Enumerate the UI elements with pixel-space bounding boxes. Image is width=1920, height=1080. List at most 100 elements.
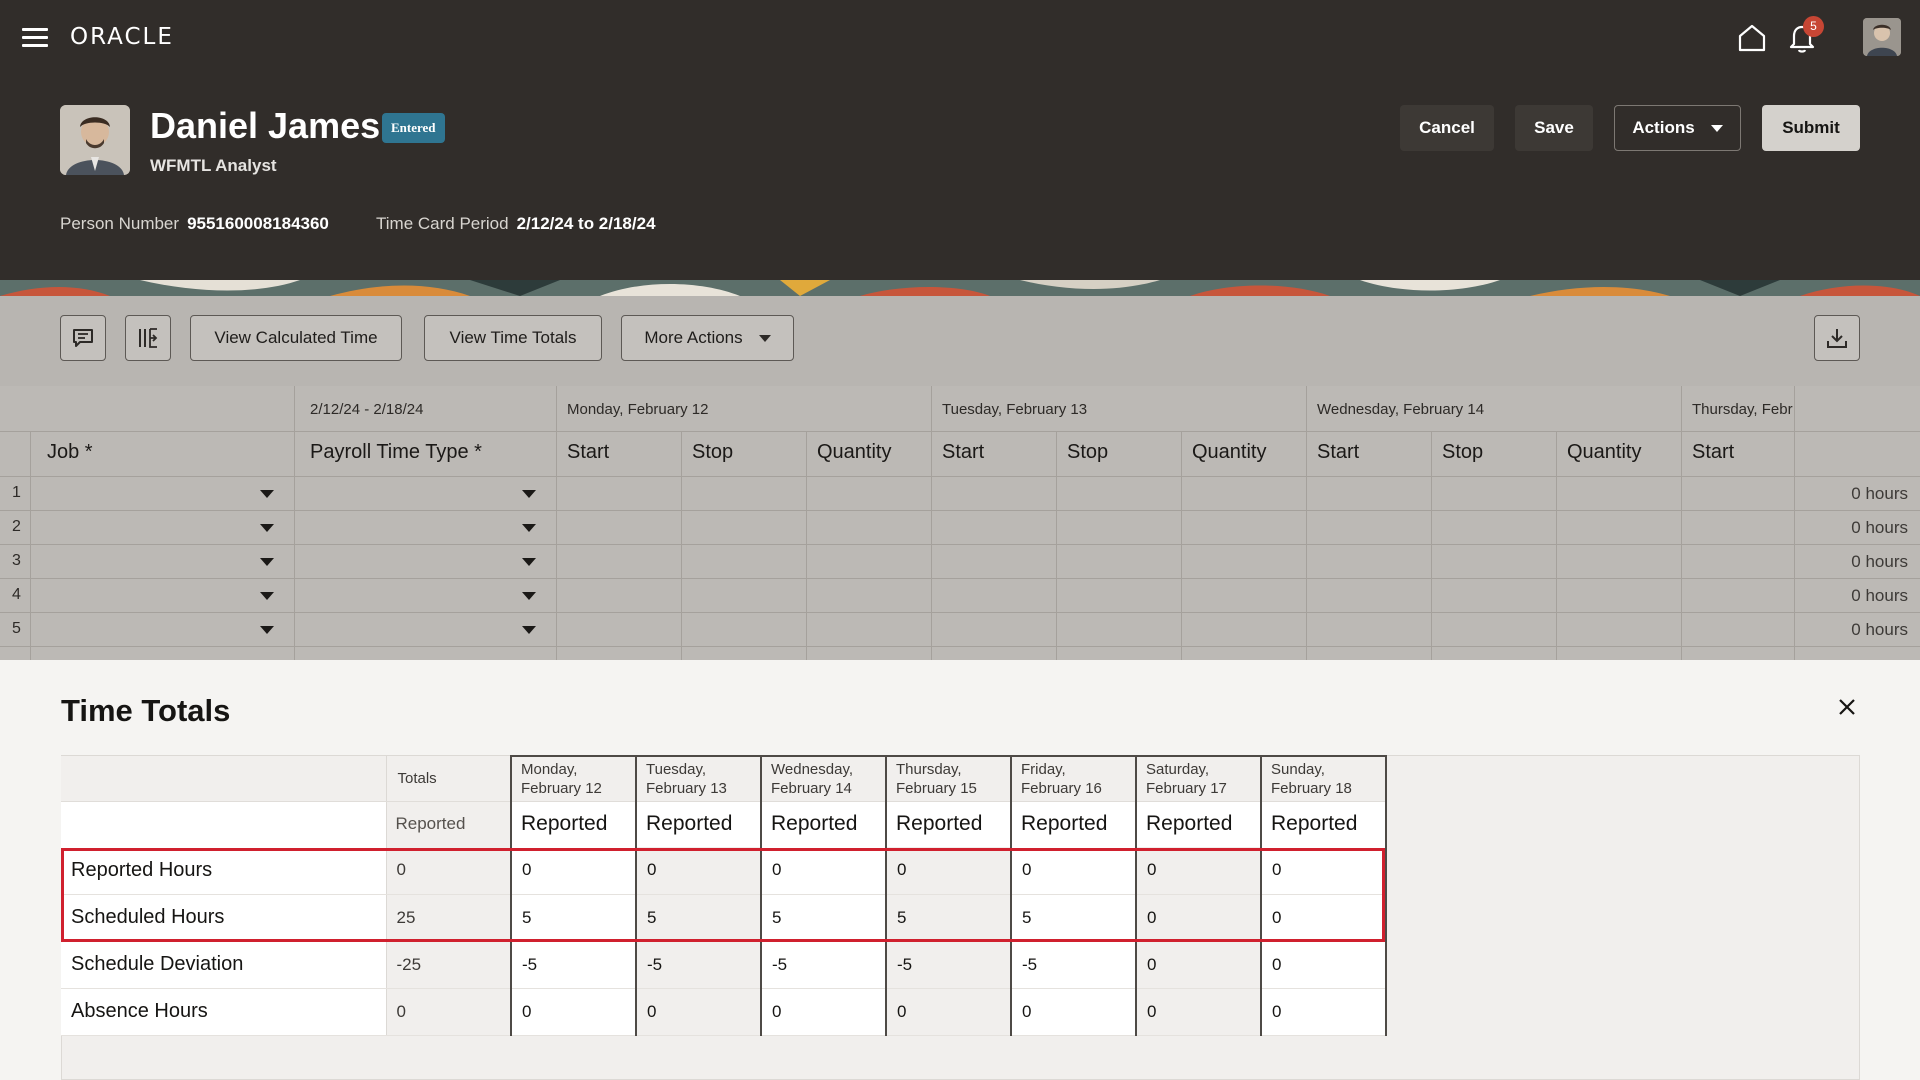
day-date: February 15 bbox=[896, 779, 977, 797]
person-number-label: Person Number bbox=[60, 214, 180, 233]
day-date: February 16 bbox=[1021, 779, 1102, 797]
day-value: 5 bbox=[1010, 894, 1136, 942]
day-value: 0 bbox=[1260, 988, 1387, 1036]
reported-subheader: Reported bbox=[760, 801, 886, 847]
job-column-header[interactable]: Job * bbox=[47, 441, 93, 464]
day-value: 0 bbox=[1260, 894, 1387, 942]
reported-subheader: Reported bbox=[510, 801, 636, 847]
close-icon[interactable] bbox=[1836, 696, 1858, 718]
row-number: 3 bbox=[12, 552, 21, 569]
view-calculated-time-button[interactable]: View Calculated Time bbox=[190, 315, 402, 361]
save-button[interactable]: Save bbox=[1515, 105, 1593, 151]
start-column-header: Start bbox=[1692, 441, 1735, 463]
reported-subheader: Reported bbox=[1010, 801, 1136, 847]
grid-date-range: 2/12/24 - 2/18/24 bbox=[310, 401, 424, 418]
day-value: 5 bbox=[885, 894, 1011, 942]
day-name: Thursday, bbox=[896, 760, 962, 778]
home-icon[interactable] bbox=[1737, 24, 1767, 52]
columns-button[interactable] bbox=[125, 315, 171, 361]
row-number: 4 bbox=[12, 586, 21, 603]
day-name: Tuesday, bbox=[646, 760, 707, 778]
notification-count-badge: 5 bbox=[1803, 16, 1824, 37]
day-name: Monday, bbox=[521, 760, 578, 778]
job-dropdown-icon[interactable] bbox=[260, 592, 274, 600]
reported-subheader: Reported bbox=[885, 801, 1011, 847]
comment-icon bbox=[73, 329, 93, 347]
day-date: February 17 bbox=[1146, 779, 1227, 797]
person-number-value: 955160008184360 bbox=[187, 214, 329, 233]
submit-button[interactable]: Submit bbox=[1762, 105, 1860, 151]
columns-icon bbox=[139, 328, 158, 348]
time-totals-table: Totals Monday, February 12 Tuesday, Februa… bbox=[61, 755, 1387, 1036]
day-value: 0 bbox=[1135, 941, 1261, 989]
day-name: Wednesday, bbox=[771, 760, 853, 778]
download-button[interactable] bbox=[1814, 315, 1860, 361]
day-value: -5 bbox=[635, 941, 761, 989]
day-value: 0 bbox=[635, 988, 761, 1036]
table-row: Scheduled Hours 25 5 5 5 5 5 0 0 bbox=[61, 894, 1387, 942]
row-total-hours: 0 hours bbox=[1851, 484, 1908, 503]
person-photo bbox=[60, 105, 130, 175]
more-actions-button[interactable]: More Actions bbox=[621, 315, 794, 361]
quantity-column-header: Quantity bbox=[1192, 441, 1267, 463]
table-row: Absence Hours 0 0 0 0 0 0 0 0 bbox=[61, 988, 1387, 1036]
payroll-time-type-column-header[interactable]: Payroll Time Type * bbox=[310, 441, 482, 464]
day-value: 5 bbox=[635, 894, 761, 942]
row-total-hours: 0 hours bbox=[1851, 518, 1908, 537]
view-time-totals-button[interactable]: View Time Totals bbox=[424, 315, 602, 361]
time-card-period: Time Card Period 2/12/24 to 2/18/24 bbox=[376, 214, 656, 234]
menu-icon[interactable] bbox=[22, 28, 48, 48]
day-value: -5 bbox=[760, 941, 886, 989]
reported-subheader: Reported bbox=[1135, 801, 1261, 847]
day-date: February 14 bbox=[771, 779, 852, 797]
row-number: 2 bbox=[12, 518, 21, 535]
day-date: February 13 bbox=[646, 779, 727, 797]
day-value: -5 bbox=[1010, 941, 1136, 989]
day-value: 0 bbox=[885, 988, 1011, 1036]
person-name: Daniel James bbox=[150, 105, 381, 146]
payroll-dropdown-icon[interactable] bbox=[522, 558, 536, 566]
person-number: Person Number 955160008184360 bbox=[60, 214, 329, 234]
actions-label: Actions bbox=[1632, 118, 1695, 137]
payroll-dropdown-icon[interactable] bbox=[522, 626, 536, 634]
row-label: Reported Hours bbox=[61, 847, 387, 895]
day-header: Thursday, February 15 bbox=[885, 755, 1011, 802]
job-dropdown-icon[interactable] bbox=[260, 490, 274, 498]
row-total: 25 bbox=[386, 894, 511, 942]
oracle-logo[interactable]: ORACLE bbox=[70, 24, 174, 50]
comments-button[interactable] bbox=[60, 315, 106, 361]
corner-cell bbox=[61, 801, 387, 847]
day-name: Friday, bbox=[1021, 760, 1066, 778]
stop-column-header: Stop bbox=[692, 441, 734, 463]
day-value: 5 bbox=[510, 894, 636, 942]
cancel-button[interactable]: Cancel bbox=[1400, 105, 1494, 151]
row-label: Scheduled Hours bbox=[61, 894, 387, 942]
day-value: 0 bbox=[1260, 847, 1387, 895]
day-value: 0 bbox=[1010, 988, 1136, 1036]
job-dropdown-icon[interactable] bbox=[260, 558, 274, 566]
timecard-grid: 2/12/24 - 2/18/24 Monday, February 12 Tu… bbox=[0, 386, 1920, 660]
totals-header: Totals bbox=[386, 756, 511, 802]
day-date: February 12 bbox=[521, 779, 602, 797]
payroll-dropdown-icon[interactable] bbox=[522, 524, 536, 532]
day-value: 0 bbox=[1135, 847, 1261, 895]
row-total: 0 bbox=[386, 988, 511, 1036]
corner-cell bbox=[61, 756, 387, 802]
table-row: Reported Hours 0 0 0 0 0 0 0 0 bbox=[61, 847, 1387, 895]
grid-day-header: Thursday, Febr bbox=[1692, 401, 1793, 418]
table-row: Schedule Deviation -25 -5 -5 -5 -5 -5 0 … bbox=[61, 941, 1387, 989]
day-value: 0 bbox=[510, 988, 636, 1036]
day-header: Saturday, February 17 bbox=[1135, 755, 1261, 802]
actions-menu-button[interactable]: Actions bbox=[1614, 105, 1741, 151]
row-label: Absence Hours bbox=[61, 988, 387, 1036]
stop-column-header: Stop bbox=[1442, 441, 1484, 463]
day-value: 0 bbox=[1010, 847, 1136, 895]
job-dropdown-icon[interactable] bbox=[260, 626, 274, 634]
user-avatar[interactable] bbox=[1863, 18, 1901, 56]
job-dropdown-icon[interactable] bbox=[260, 524, 274, 532]
day-name: Sunday, bbox=[1271, 760, 1325, 778]
payroll-dropdown-icon[interactable] bbox=[522, 490, 536, 498]
start-column-header: Start bbox=[567, 441, 610, 463]
payroll-dropdown-icon[interactable] bbox=[522, 592, 536, 600]
day-header: Wednesday, February 14 bbox=[760, 755, 886, 802]
